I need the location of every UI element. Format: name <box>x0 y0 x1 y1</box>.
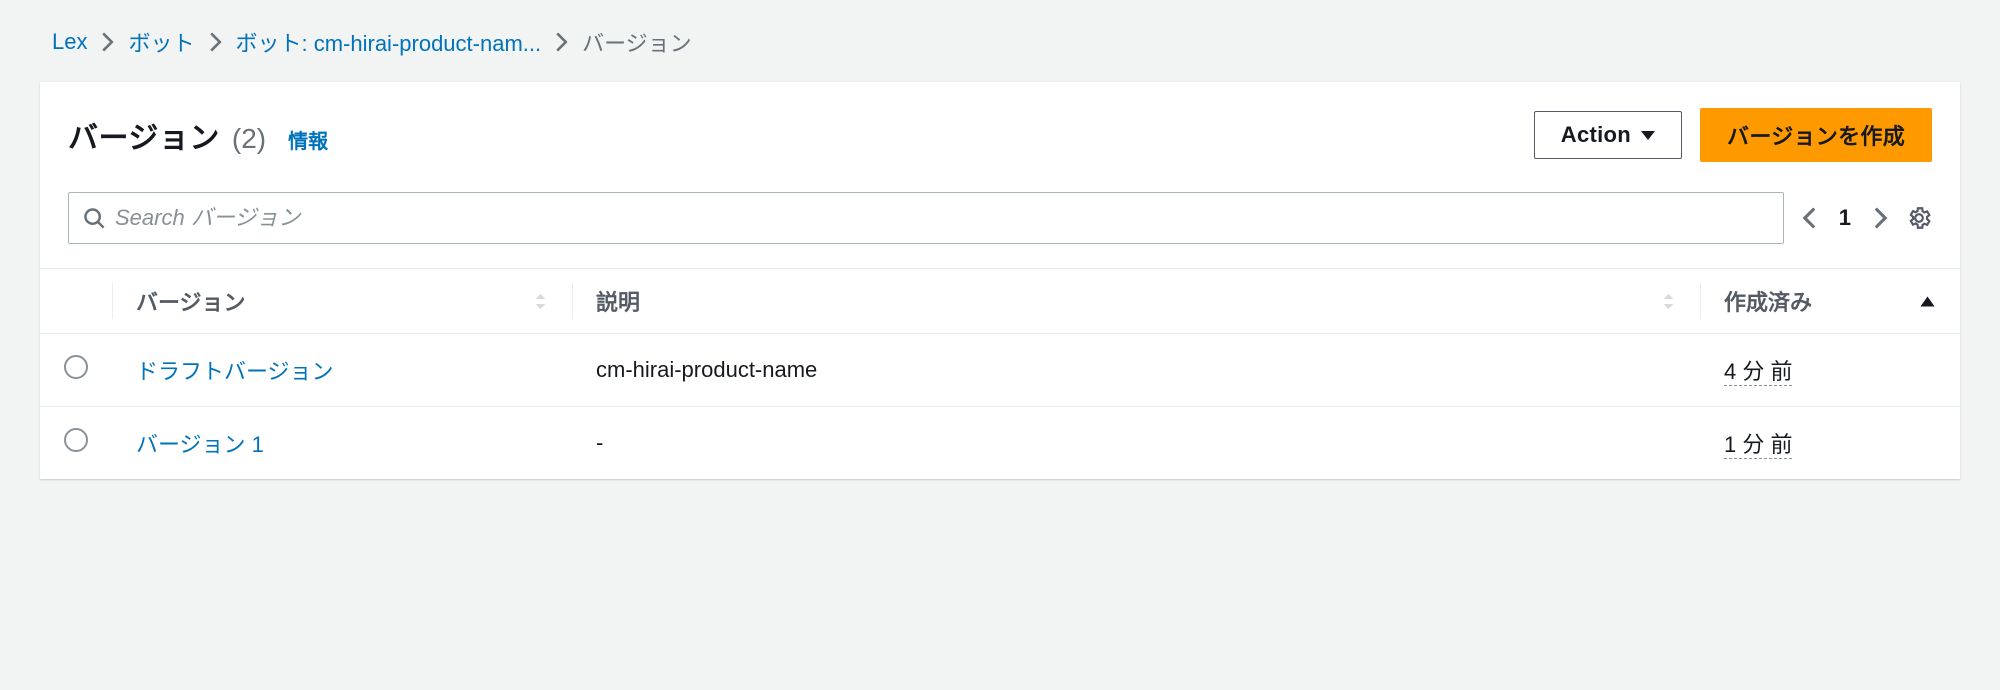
search-input[interactable] <box>105 193 1769 243</box>
version-count: (2) <box>232 123 266 155</box>
col-header-version[interactable]: バージョン <box>112 269 572 334</box>
versions-table: バージョン 説明 <box>40 268 1960 479</box>
search-wrap <box>68 192 1784 244</box>
action-button-label: Action <box>1561 122 1631 148</box>
sort-asc-icon <box>1919 295 1936 308</box>
description-cell: - <box>572 407 1700 480</box>
col-header-description[interactable]: 説明 <box>572 269 1700 334</box>
breadcrumb-link-bot-detail[interactable]: ボット: cm-hirai-product-nam... <box>236 26 542 58</box>
info-link[interactable]: 情報 <box>288 125 328 154</box>
versions-panel: バージョン (2) 情報 Action バージョンを作成 <box>40 82 1960 479</box>
panel-header: バージョン (2) 情報 Action バージョンを作成 <box>40 82 1960 172</box>
description-cell: cm-hirai-product-name <box>572 334 1700 407</box>
col-header-created[interactable]: 作成済み <box>1700 269 1960 334</box>
created-cell: 4 分 前 <box>1724 359 1792 386</box>
page-title: バージョン <box>68 113 220 157</box>
pager: 1 <box>1802 205 1888 231</box>
breadcrumb-link-bots[interactable]: ボット <box>128 26 194 58</box>
breadcrumb-current: バージョン <box>582 26 692 58</box>
row-radio[interactable] <box>64 428 88 452</box>
table-row: バージョン 1 - 1 分 前 <box>40 407 1960 480</box>
chevron-right-icon <box>555 32 568 52</box>
row-radio[interactable] <box>64 355 88 379</box>
version-link[interactable]: ドラフトバージョン <box>136 359 334 384</box>
chevron-right-icon <box>209 32 222 52</box>
page-number: 1 <box>1839 205 1851 231</box>
settings-button[interactable] <box>1906 205 1932 231</box>
breadcrumb: Lex ボット ボット: cm-hirai-product-nam... バージ… <box>40 20 1960 82</box>
caret-down-icon <box>1641 131 1655 140</box>
toolbar: 1 <box>40 172 1960 268</box>
breadcrumb-link-lex[interactable]: Lex <box>52 29 87 55</box>
create-version-button[interactable]: バージョンを作成 <box>1700 108 1932 162</box>
action-dropdown-button[interactable]: Action <box>1534 111 1682 159</box>
table-row: ドラフトバージョン cm-hirai-product-name 4 分 前 <box>40 334 1960 407</box>
page-prev-button[interactable] <box>1802 207 1817 229</box>
sort-icon <box>533 294 548 309</box>
version-link[interactable]: バージョン 1 <box>136 432 264 457</box>
sort-icon <box>1661 294 1676 309</box>
created-cell: 1 分 前 <box>1724 432 1792 459</box>
search-icon <box>83 207 105 229</box>
chevron-right-icon <box>101 32 114 52</box>
page-next-button[interactable] <box>1873 207 1888 229</box>
